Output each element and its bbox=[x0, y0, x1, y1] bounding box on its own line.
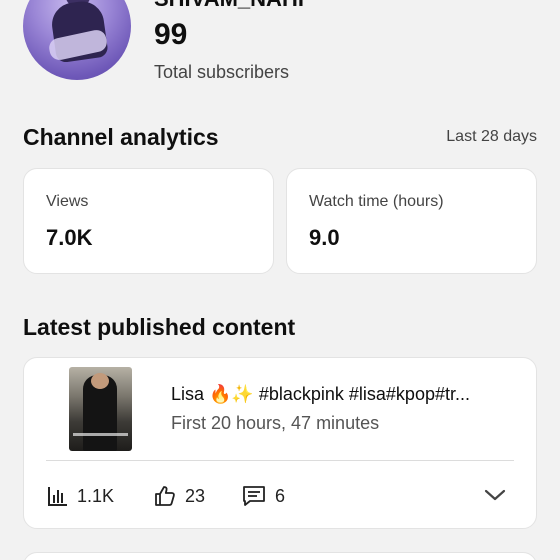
next-content-card[interactable] bbox=[23, 552, 537, 560]
watch-time-card[interactable]: Watch time (hours) 9.0 bbox=[286, 168, 537, 274]
views-card[interactable]: Views 7.0K bbox=[23, 168, 274, 274]
channel-header: SHIVAM_NAHI 99 Total subscribers bbox=[0, 0, 560, 110]
comments-count: 6 bbox=[275, 485, 286, 506]
views-label: Views bbox=[46, 193, 89, 210]
views-count: 1.1K bbox=[77, 485, 115, 506]
watch-time-label: Watch time (hours) bbox=[309, 193, 444, 210]
subscriber-label: Total subscribers bbox=[154, 62, 290, 82]
channel-avatar[interactable] bbox=[23, 0, 131, 80]
watch-time-value: 9.0 bbox=[309, 225, 340, 250]
likes-metric: 23 bbox=[153, 482, 205, 510]
video-thumbnail[interactable] bbox=[69, 367, 132, 451]
latest-content-title: Latest published content bbox=[23, 314, 296, 340]
views-value: 7.0K bbox=[46, 225, 93, 250]
bar-chart-icon bbox=[48, 487, 67, 506]
latest-video-card[interactable]: Lisa 🔥✨ #blackpink #lisa#kpop#tr... Firs… bbox=[23, 357, 537, 529]
views-metric: 1.1K bbox=[47, 482, 114, 510]
subscriber-count: 99 bbox=[154, 18, 188, 51]
channel-name: SHIVAM_NAHI bbox=[154, 0, 304, 12]
thumbs-up-icon bbox=[155, 486, 175, 506]
date-range-label: Last 28 days bbox=[446, 128, 537, 145]
channel-analytics-title: Channel analytics bbox=[23, 124, 219, 150]
divider bbox=[46, 460, 514, 461]
likes-count: 23 bbox=[185, 485, 206, 506]
comments-metric: 6 bbox=[241, 482, 285, 510]
chevron-down-icon[interactable] bbox=[482, 482, 508, 508]
video-meta: First 20 hours, 47 minutes bbox=[171, 413, 380, 433]
video-title[interactable]: Lisa 🔥✨ #blackpink #lisa#kpop#tr... bbox=[171, 384, 516, 405]
comment-icon bbox=[243, 486, 265, 506]
